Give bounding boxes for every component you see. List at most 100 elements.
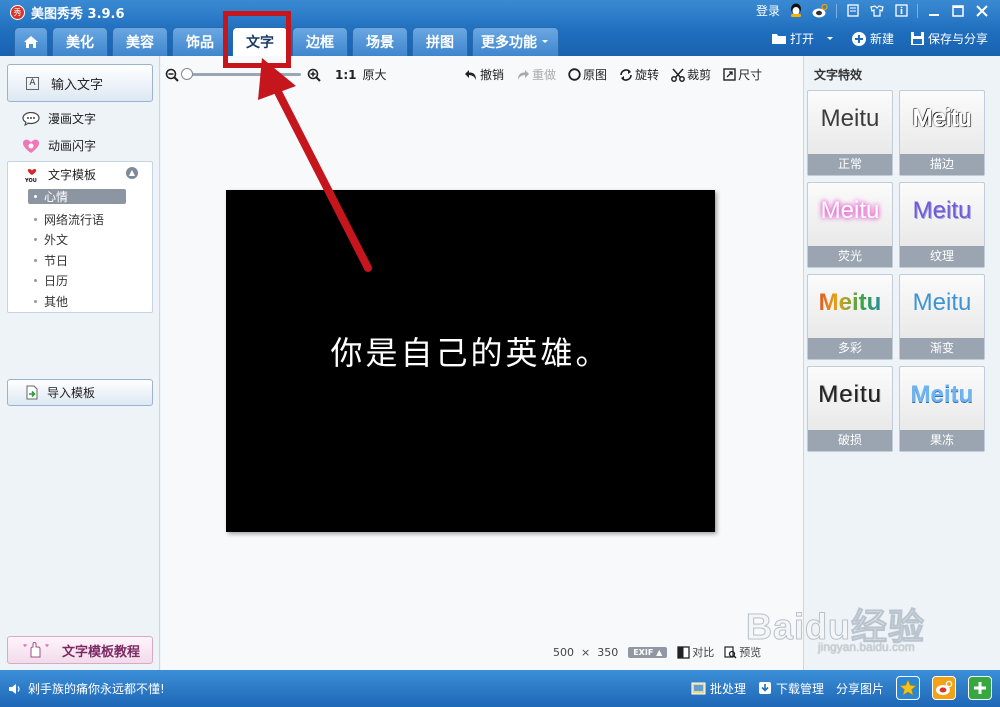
right-panel: 文字特效 Meitu 正常 Meitu 描边 Meitu 荧光 Meitu 纹理…	[803, 56, 1000, 670]
tab-makeup[interactable]: 美容	[112, 27, 168, 56]
info-icon[interactable]	[893, 3, 909, 19]
chevron-down-icon	[826, 36, 833, 40]
times-sign: ×	[577, 645, 594, 659]
zoom-original-label[interactable]: 原大	[363, 66, 387, 83]
bullet	[34, 258, 37, 262]
tab-frame[interactable]: 边框	[292, 27, 348, 56]
import-template-button[interactable]: 导入模板	[7, 379, 153, 406]
exif-button[interactable]: EXIF ▲	[628, 646, 668, 658]
photo-caption-text[interactable]: 你是自己的英雄。	[330, 328, 610, 374]
template-item-label: 节日	[44, 253, 69, 268]
effect-label: 多彩	[808, 338, 892, 359]
save-share-button[interactable]: 保存与分享	[910, 30, 988, 47]
zoom-slider-handle[interactable]	[181, 68, 193, 80]
template-item-calendar[interactable]: 日历	[28, 271, 152, 292]
collapse-up-icon[interactable]: ▲	[126, 167, 138, 179]
new-label: 新建	[869, 32, 894, 46]
effect-sample: Meitu	[910, 381, 974, 408]
qq-icon[interactable]	[788, 3, 804, 19]
tab-collage[interactable]: 拼图	[412, 27, 468, 56]
input-text-button[interactable]: A 输入文字	[7, 64, 153, 102]
window-controls: 登录	[756, 2, 990, 19]
effect-jelly[interactable]: Meitu 果冻	[899, 366, 985, 452]
download-manager-label: 下载管理	[775, 681, 824, 696]
text-effects-title: 文字特效	[814, 68, 863, 82]
template-item-internet-slang[interactable]: 网络流行语	[28, 209, 152, 230]
maximize-icon[interactable]	[950, 3, 966, 19]
tab-accessories[interactable]: 饰品	[172, 27, 228, 56]
weibo-icon[interactable]	[812, 3, 828, 19]
share-picture-button[interactable]: 分享图片	[836, 680, 884, 697]
effect-gradient[interactable]: Meitu 渐变	[899, 274, 985, 360]
login-link[interactable]: 登录	[756, 2, 780, 19]
feedback-icon[interactable]	[845, 3, 861, 19]
tab-home[interactable]	[14, 27, 48, 56]
effect-normal[interactable]: Meitu 正常	[807, 90, 893, 176]
text-template-tutorial-button[interactable]: 文字模板教程	[7, 636, 153, 664]
open-button[interactable]: 打开	[771, 30, 835, 47]
redo-button[interactable]: 重做	[516, 66, 556, 83]
preview-icon	[724, 645, 737, 659]
rotate-icon	[620, 68, 632, 81]
weibo-share-icon[interactable]	[932, 676, 956, 700]
effect-sample: Meitu	[820, 105, 880, 132]
tab-scene[interactable]: 场景	[352, 27, 408, 56]
zoom-in-icon[interactable]	[307, 68, 321, 82]
effect-stroke[interactable]: Meitu 描边	[899, 90, 985, 176]
zoom-out-icon[interactable]	[165, 68, 179, 82]
star-icon[interactable]	[896, 676, 920, 700]
plus-circle-icon	[851, 31, 866, 46]
batch-label: 批处理	[709, 681, 746, 696]
compare-button[interactable]: 对比	[677, 644, 714, 660]
left-panel: A 输入文字 漫画文字 动画闪字 YOU 文字模板 ▲ 心情 网络流行语 外文 …	[0, 56, 160, 670]
bullet	[34, 217, 37, 221]
folder-icon	[771, 34, 786, 44]
close-icon[interactable]	[974, 3, 990, 19]
comic-text-link[interactable]: 漫画文字	[22, 110, 96, 127]
undo-button[interactable]: 撤销	[464, 66, 504, 83]
photo-canvas[interactable]: 你是自己的英雄。	[226, 190, 715, 532]
effect-texture[interactable]: Meitu 纹理	[899, 182, 985, 268]
home-icon	[24, 36, 38, 48]
crop-button[interactable]: 裁剪	[671, 66, 711, 83]
crop-label: 裁剪	[687, 68, 712, 82]
add-icon[interactable]	[968, 676, 992, 700]
rotate-button[interactable]: 旋转	[619, 66, 659, 83]
text-template-panel: YOU 文字模板 ▲ 心情 网络流行语 外文 节日 日历 其他	[7, 161, 153, 313]
redo-label: 重做	[532, 68, 557, 82]
new-button[interactable]: 新建	[851, 30, 894, 47]
open-label: 打开	[789, 32, 814, 46]
effect-label: 纹理	[900, 246, 984, 267]
status-bar: 剁手族的痛你永远都不懂! 批处理 下载管理 分享图片	[0, 670, 1000, 707]
effect-damaged[interactable]: Meitu 破损	[807, 366, 893, 452]
download-manager-button[interactable]: 下载管理	[758, 680, 824, 697]
original-circle-icon	[568, 68, 581, 81]
effect-label: 正常	[808, 154, 892, 175]
share-picture-label: 分享图片	[835, 681, 884, 696]
import-template-label: 导入模板	[47, 386, 96, 400]
heart-sparkle-icon	[23, 139, 39, 153]
effect-label: 果冻	[900, 430, 984, 451]
tab-beautify[interactable]: 美化	[52, 27, 108, 56]
template-item-festival[interactable]: 节日	[28, 250, 152, 271]
animated-text-link[interactable]: 动画闪字	[22, 137, 96, 154]
size-button[interactable]: 尺寸	[723, 66, 762, 83]
effect-sample: Meitu	[820, 197, 880, 224]
template-item-other[interactable]: 其他	[28, 291, 152, 312]
effect-multicolor[interactable]: Meitu 多彩	[807, 274, 893, 360]
effect-glow[interactable]: Meitu 荧光	[807, 182, 893, 268]
batch-button[interactable]: 批处理	[691, 680, 746, 697]
minimize-icon[interactable]	[926, 3, 942, 19]
original-button[interactable]: 原图	[568, 66, 607, 83]
original-label: 原图	[583, 68, 608, 82]
template-item-mood[interactable]: 心情	[28, 189, 126, 204]
tab-more[interactable]: 更多功能	[472, 27, 559, 56]
news-ticker[interactable]: 剁手族的痛你永远都不懂!	[8, 680, 165, 697]
image-width: 500	[553, 645, 574, 659]
zoom-slider[interactable]	[181, 68, 301, 80]
skin-icon[interactable]	[869, 3, 885, 19]
zoom-ratio[interactable]: 1:1	[335, 68, 357, 82]
template-item-foreign[interactable]: 外文	[28, 230, 152, 251]
text-template-header[interactable]: YOU 文字模板 ▲	[8, 162, 152, 183]
effect-sample: Meitu	[912, 289, 972, 316]
